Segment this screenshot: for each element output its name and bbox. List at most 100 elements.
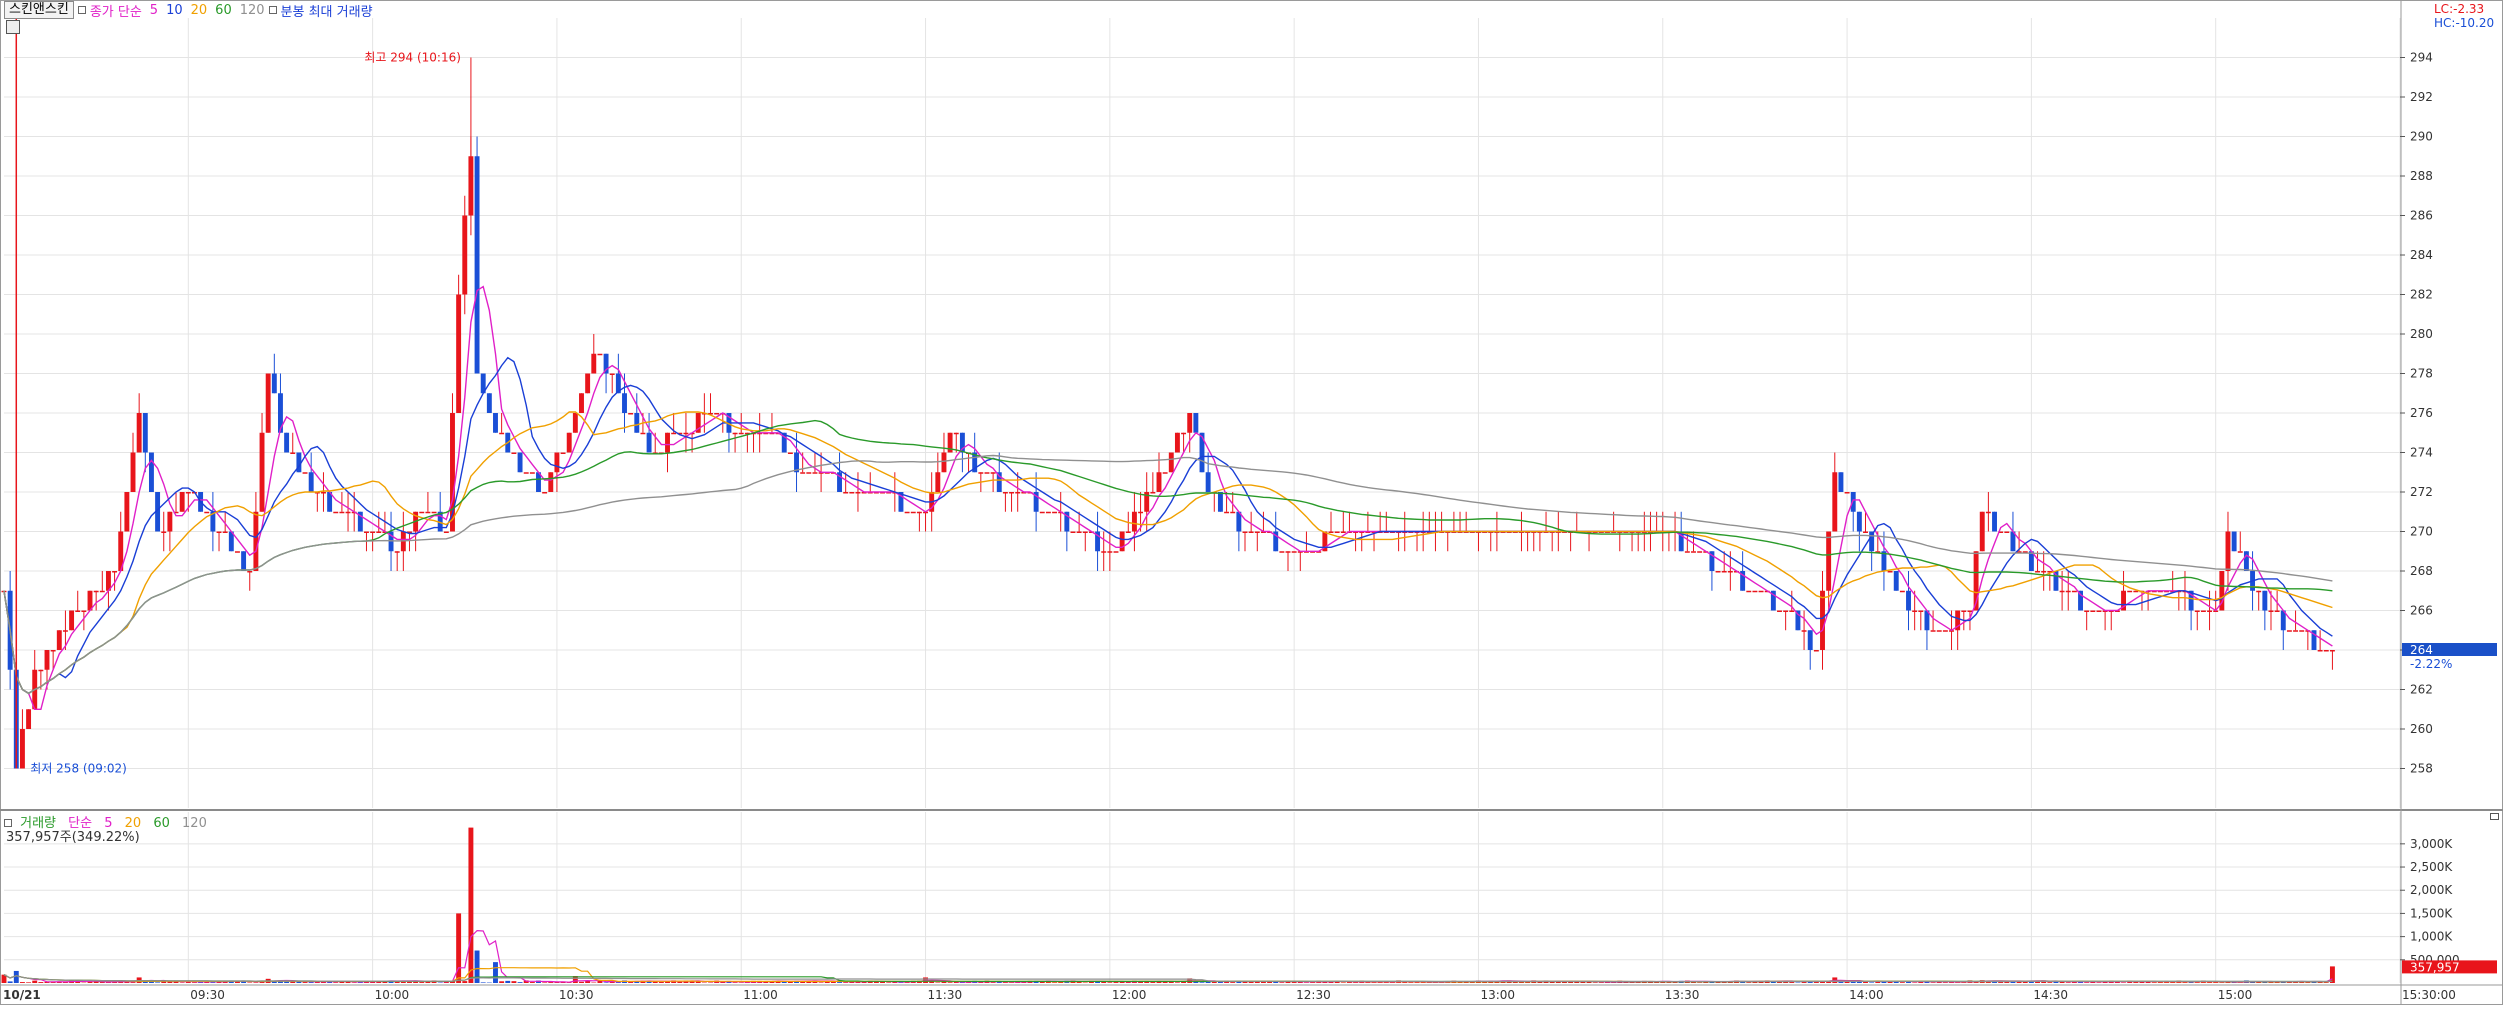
volume-bar[interactable] [935, 982, 940, 983]
candle-body[interactable] [1722, 571, 1727, 573]
candle-body[interactable] [2232, 532, 2237, 552]
candle-body[interactable] [1286, 551, 1291, 553]
volume-bar[interactable] [837, 982, 842, 983]
candle-body[interactable] [800, 472, 805, 474]
candle-body[interactable] [2072, 591, 2077, 593]
candle-body[interactable] [456, 295, 461, 414]
candle-body[interactable] [370, 532, 375, 534]
candle-body[interactable] [364, 532, 369, 534]
candle-body[interactable] [339, 512, 344, 514]
volume-bar[interactable] [2330, 966, 2335, 983]
candle-body[interactable] [137, 413, 142, 453]
candle-body[interactable] [180, 492, 185, 512]
candle-body[interactable] [1931, 630, 1936, 632]
candle-body[interactable] [1863, 532, 1868, 534]
candle-body[interactable] [204, 512, 209, 514]
candle-body[interactable] [69, 611, 74, 631]
volume-bar[interactable] [192, 982, 197, 983]
candle-body[interactable] [475, 156, 480, 373]
candle-body[interactable] [2238, 551, 2243, 553]
volume-bar[interactable] [1673, 982, 1678, 983]
candle-body[interactable] [2060, 591, 2065, 593]
volume-bar[interactable] [2183, 982, 2188, 983]
candle-body[interactable] [1181, 433, 1186, 435]
candle-body[interactable] [419, 512, 424, 514]
volume-bar[interactable] [2152, 982, 2157, 983]
settings-icon[interactable] [78, 6, 86, 14]
volume-bar[interactable] [886, 982, 891, 983]
candle-body[interactable] [733, 433, 738, 435]
volume-bar[interactable] [1838, 982, 1843, 983]
candle-body[interactable] [591, 354, 596, 374]
candle-body[interactable] [1230, 512, 1235, 514]
candle-body[interactable] [2324, 650, 2329, 652]
candle-body[interactable] [1789, 611, 1794, 613]
candle-body[interactable] [290, 453, 295, 455]
candle-body[interactable] [51, 650, 56, 652]
candle-body[interactable] [217, 532, 222, 534]
candle-body[interactable] [1083, 532, 1088, 534]
candle-body[interactable] [2269, 611, 2274, 613]
candle-body[interactable] [2262, 591, 2267, 611]
candle-body[interactable] [1912, 611, 1917, 613]
candle-body[interactable] [1218, 492, 1223, 512]
candle-body[interactable] [2066, 591, 2071, 593]
candle-body[interactable] [1107, 551, 1112, 553]
candle-body[interactable] [2201, 611, 2206, 613]
candle-body[interactable] [812, 472, 817, 474]
volume-bar[interactable] [518, 982, 523, 983]
candle-body[interactable] [511, 453, 516, 455]
candle-body[interactable] [1279, 551, 1284, 553]
candle-body[interactable] [161, 532, 166, 534]
volume-bar[interactable] [1052, 982, 1057, 983]
volume-bar[interactable] [585, 981, 590, 983]
volume-bar[interactable] [499, 981, 504, 983]
volume-bar[interactable] [1279, 982, 1284, 983]
candle-body[interactable] [2330, 650, 2335, 652]
candle-body[interactable] [333, 512, 338, 514]
candle-body[interactable] [63, 630, 68, 632]
candle-body[interactable] [1783, 611, 1788, 613]
candle-body[interactable] [935, 472, 940, 492]
candle-body[interactable] [272, 374, 277, 394]
candle-body[interactable] [1163, 472, 1168, 474]
candle-body[interactable] [487, 393, 492, 413]
candle-body[interactable] [1752, 591, 1757, 593]
candle-body[interactable] [1157, 472, 1162, 492]
pane-collapse-button[interactable] [2490, 813, 2499, 820]
volume-bar[interactable] [1599, 982, 1604, 983]
volume-bar[interactable] [2047, 982, 2052, 983]
volume-bar[interactable] [247, 982, 252, 983]
volume-bar[interactable] [38, 982, 43, 983]
candle-body[interactable] [2226, 532, 2231, 572]
candle-body[interactable] [1101, 551, 1106, 553]
candle-body[interactable] [260, 433, 265, 512]
candle-body[interactable] [143, 413, 148, 453]
volume-bar[interactable] [1408, 982, 1413, 983]
candle-body[interactable] [266, 374, 271, 433]
candle-body[interactable] [444, 532, 449, 534]
candle-body[interactable] [579, 393, 584, 413]
candle-body[interactable] [1691, 551, 1696, 553]
candle-body[interactable] [2287, 630, 2292, 632]
volume-bar[interactable] [303, 982, 308, 983]
candle-body[interactable] [2318, 650, 2323, 652]
candle-body[interactable] [235, 551, 240, 553]
candle-body[interactable] [1003, 492, 1008, 494]
toggle-icon[interactable] [269, 6, 277, 14]
volume-bar[interactable] [1869, 982, 1874, 983]
candle-body[interactable] [991, 472, 996, 474]
volume-bar[interactable] [1150, 982, 1155, 983]
candle-body[interactable] [2275, 611, 2280, 613]
candle-body[interactable] [1009, 492, 1014, 494]
candle-body[interactable] [2035, 571, 2040, 573]
chart-menu-icon[interactable] [6, 20, 20, 34]
candle-body[interactable] [2084, 611, 2089, 613]
candle-body[interactable] [241, 551, 246, 571]
candle-body[interactable] [622, 393, 627, 413]
candle-body[interactable] [253, 512, 258, 571]
candle-body[interactable] [905, 512, 910, 514]
volume-bar[interactable] [493, 962, 498, 983]
candle-body[interactable] [1906, 591, 1911, 611]
candle-body[interactable] [1838, 472, 1843, 492]
